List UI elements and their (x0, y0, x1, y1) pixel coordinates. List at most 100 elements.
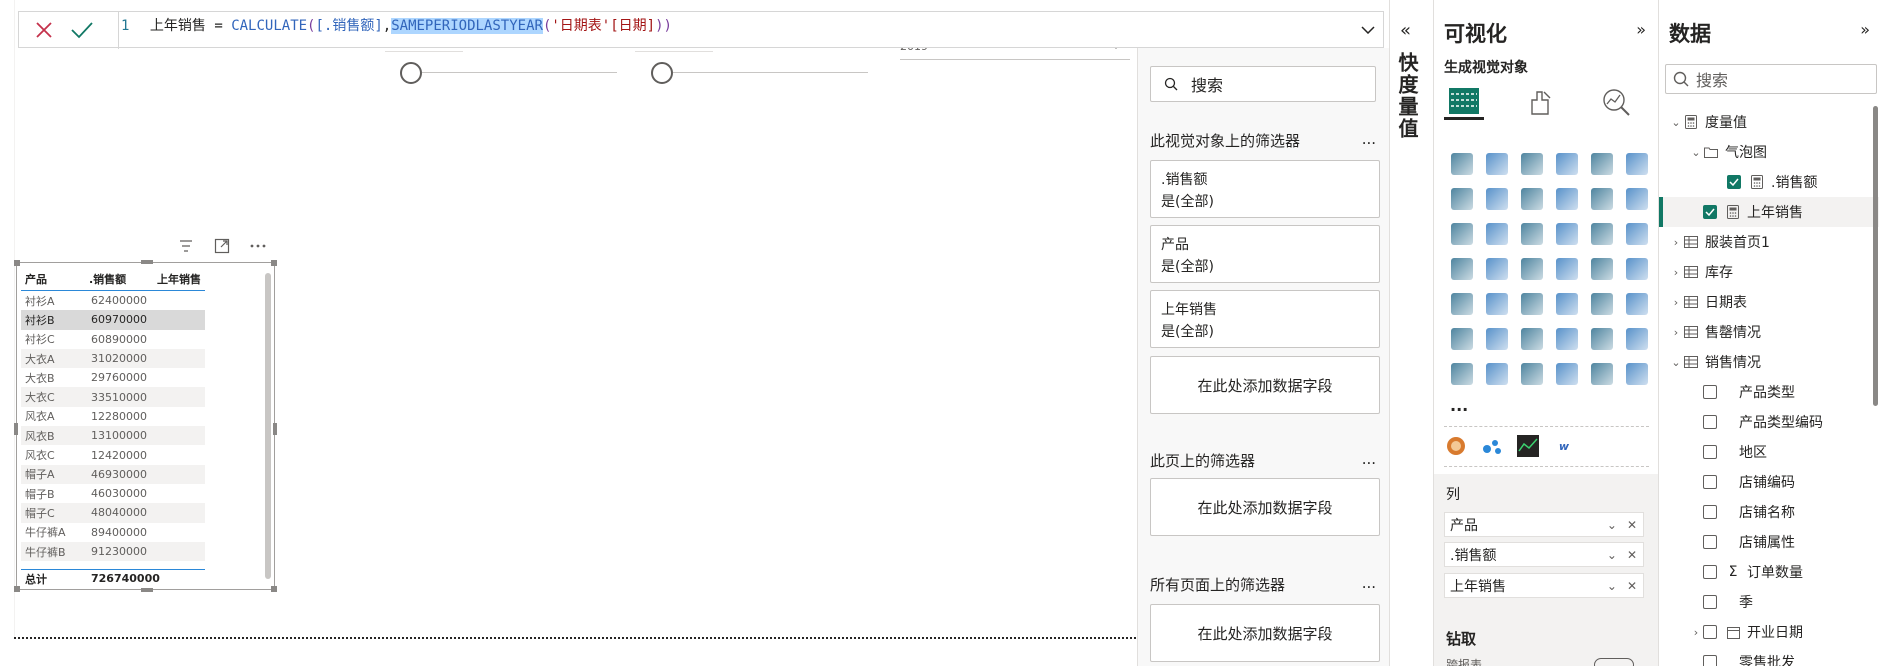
collapse-pane-icon[interactable]: » (1636, 20, 1646, 39)
slider-knob[interactable] (400, 62, 422, 84)
visual-type-icon[interactable] (1549, 321, 1584, 356)
filter-card-sales[interactable]: .销售额 是(全部) (1150, 160, 1380, 218)
tree-item[interactable]: 零售批发 (1659, 647, 1879, 666)
visual-type-icon[interactable] (1584, 181, 1619, 216)
visual-type-icon[interactable] (1619, 251, 1654, 286)
field-checkbox[interactable] (1703, 655, 1717, 666)
more-visuals-button[interactable]: ... (1450, 396, 1468, 415)
visual-type-icon[interactable] (1479, 356, 1514, 391)
table-scrollbar[interactable] (265, 273, 271, 579)
filter-card-product[interactable]: 产品 是(全部) (1150, 225, 1380, 283)
visual-type-icon[interactable] (1584, 356, 1619, 391)
table-row[interactable]: 风衣C 12420000 (21, 445, 205, 464)
visual-type-icon[interactable] (1584, 251, 1619, 286)
visual-type-icon[interactable] (1514, 356, 1549, 391)
resize-handle[interactable] (14, 586, 20, 592)
table-row[interactable]: 帽子B 46030000 (21, 484, 205, 503)
visual-type-icon[interactable] (1584, 321, 1619, 356)
resize-handle[interactable] (271, 260, 277, 266)
column-header[interactable]: .销售额 (85, 271, 153, 287)
table-row[interactable]: 衬衫B 60970000 (21, 310, 205, 330)
visual-type-icon[interactable] (1444, 146, 1479, 181)
visual-type-icon[interactable] (1549, 146, 1584, 181)
more-options-icon[interactable] (247, 236, 269, 256)
field-checkbox[interactable] (1703, 505, 1717, 519)
add-visual-filter-field[interactable]: 在此处添加数据字段 (1150, 356, 1380, 414)
line-custom-visual-icon[interactable] (1516, 434, 1540, 458)
cancel-formula-button[interactable] (31, 18, 57, 42)
chevron-down-icon[interactable]: ⌄ (1669, 116, 1683, 129)
remove-icon[interactable]: ✕ (1627, 518, 1637, 532)
remove-icon[interactable]: ✕ (1627, 548, 1637, 562)
field-checkbox[interactable] (1703, 625, 1717, 639)
chevron-right-icon[interactable]: › (1669, 266, 1683, 279)
chevron-right-icon[interactable]: › (1669, 236, 1683, 249)
chevron-down-icon[interactable]: ⌄ (1607, 579, 1617, 593)
resize-handle[interactable] (273, 423, 277, 435)
visual-type-icon[interactable] (1444, 321, 1479, 356)
table-visual[interactable]: 产品 .销售额 上年销售 衬衫A 62400000 衬衫B 60970000 衬衫C 60… (14, 260, 277, 592)
commit-formula-button[interactable] (69, 18, 95, 42)
tree-item[interactable]: Σ 订单数量 (1659, 557, 1879, 587)
filter-card-prev-sales[interactable]: 上年销售 是(全部) (1150, 290, 1380, 348)
field-checkbox[interactable] (1703, 385, 1717, 399)
visual-type-icon[interactable] (1549, 181, 1584, 216)
visual-type-icon[interactable] (1584, 146, 1619, 181)
field-checkbox[interactable] (1703, 565, 1717, 579)
tree-item[interactable]: 店铺属性 (1659, 527, 1879, 557)
chevron-down-icon[interactable]: ⌄ (1607, 548, 1617, 562)
table-row[interactable]: 大衣C 33510000 (21, 387, 205, 407)
visual-type-icon[interactable] (1444, 356, 1479, 391)
table-row[interactable]: 风衣A 12280000 (21, 407, 205, 426)
tree-item[interactable]: 店铺编码 (1659, 467, 1879, 497)
visual-type-icon[interactable] (1514, 251, 1549, 286)
tree-item[interactable]: 地区 (1659, 437, 1879, 467)
tree-item[interactable]: ⌄ 度量值 (1659, 107, 1879, 137)
focus-mode-icon[interactable] (211, 236, 233, 256)
field-checkbox[interactable] (1703, 535, 1717, 549)
tree-item[interactable]: › 库存 (1659, 257, 1879, 287)
visual-type-icon[interactable] (1479, 321, 1514, 356)
chevron-down-icon[interactable]: ⌄ (1669, 356, 1683, 369)
custom-visual-icon[interactable] (1444, 434, 1468, 458)
table-row[interactable]: 大衣A 31020000 (21, 348, 205, 369)
visual-type-icon[interactable] (1444, 216, 1479, 251)
more-options-icon[interactable]: ... (1362, 450, 1376, 471)
tree-item[interactable]: 上年销售 (1659, 197, 1879, 227)
tree-item[interactable]: › 服装首页1 (1659, 227, 1879, 257)
field-checkbox[interactable] (1703, 475, 1717, 489)
visual-type-icon[interactable] (1514, 216, 1549, 251)
visual-type-icon[interactable] (1514, 181, 1549, 216)
tree-item[interactable]: ⌄ 气泡图 (1659, 137, 1879, 167)
visual-type-icon[interactable] (1479, 216, 1514, 251)
scatter-custom-visual-icon[interactable] (1480, 434, 1504, 458)
chevron-down-icon[interactable]: ⌄ (1607, 518, 1617, 532)
visual-type-icon[interactable] (1584, 216, 1619, 251)
chevron-right-icon[interactable]: › (1689, 626, 1703, 639)
visual-type-icon[interactable] (1619, 216, 1654, 251)
visual-type-icon[interactable] (1619, 146, 1654, 181)
table-row[interactable]: 衬衫C 60890000 (21, 330, 205, 349)
field-checkbox[interactable] (1703, 595, 1717, 609)
table-row[interactable]: 帽子A 46930000 (21, 464, 205, 484)
resize-handle[interactable] (271, 586, 277, 592)
table-row[interactable]: 牛仔裤B 91230000 (21, 541, 205, 562)
visual-type-icon[interactable] (1479, 146, 1514, 181)
tree-item[interactable]: › 开业日期 (1659, 617, 1879, 647)
quick-measures-label[interactable]: 快度量值 (1395, 52, 1422, 140)
visual-type-icon[interactable] (1514, 146, 1549, 181)
add-page-filter-field[interactable]: 在此处添加数据字段 (1150, 478, 1380, 536)
visual-type-icon[interactable] (1549, 216, 1584, 251)
slider-track[interactable] (422, 72, 617, 73)
resize-handle[interactable] (141, 260, 153, 264)
build-visual-icon[interactable] (1444, 84, 1484, 120)
analytics-icon[interactable] (1596, 84, 1636, 120)
format-visual-icon[interactable] (1520, 84, 1560, 120)
chevron-right-icon[interactable]: › (1669, 326, 1683, 339)
field-checkbox[interactable] (1727, 175, 1741, 189)
expand-formula-button[interactable] (1357, 19, 1379, 41)
slider-knob[interactable] (651, 62, 673, 84)
visual-type-icon[interactable] (1444, 251, 1479, 286)
tree-item[interactable]: 店铺名称 (1659, 497, 1879, 527)
visual-type-icon[interactable] (1514, 321, 1549, 356)
